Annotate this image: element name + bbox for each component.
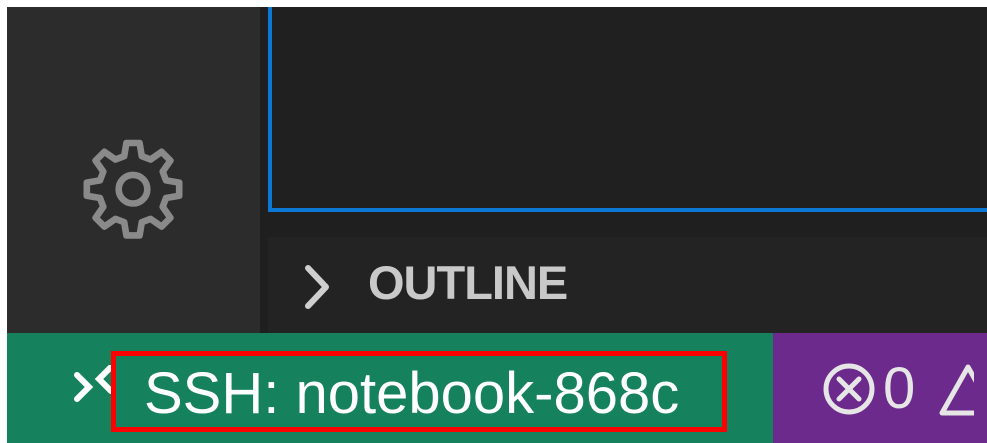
activity-bar — [7, 7, 260, 333]
remote-icon — [67, 365, 115, 417]
vscode-window: OUTLINE SSH: notebook-868c 0 — [7, 7, 987, 443]
remote-label-highlight: SSH: notebook-868c — [111, 351, 727, 432]
status-bar: SSH: notebook-868c 0 — [7, 333, 987, 443]
focused-view-pane — [268, 7, 987, 212]
outline-title: OUTLINE — [368, 256, 568, 309]
outline-section-header[interactable]: OUTLINE — [268, 237, 987, 333]
problems-indicator[interactable]: 0 — [773, 333, 987, 443]
error-count: 0 — [883, 356, 916, 421]
remote-label: SSH: notebook-868c — [144, 361, 680, 426]
chevron-right-icon — [302, 264, 332, 310]
error-icon — [821, 361, 877, 417]
remote-indicator[interactable]: SSH: notebook-868c — [7, 333, 773, 443]
sidebar: OUTLINE — [260, 7, 987, 333]
gear-icon[interactable] — [64, 132, 202, 242]
warning-icon — [938, 363, 974, 417]
